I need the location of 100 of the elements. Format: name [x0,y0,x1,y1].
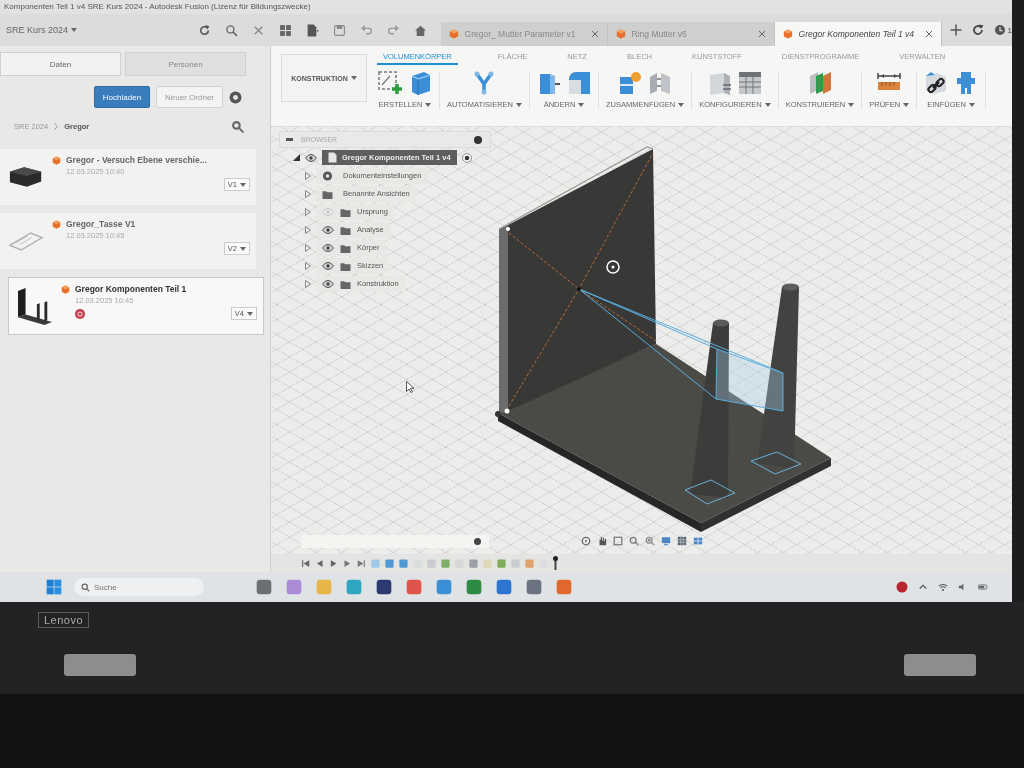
redo-icon[interactable] [386,23,400,37]
folder-icon [340,260,351,271]
sketch-tool-icon[interactable] [378,71,402,95]
cursor-icon [406,381,414,393]
caret-icon [516,102,522,107]
expand-triangle-icon[interactable] [293,154,300,161]
caret-icon [903,102,910,107]
app-icon[interactable] [376,579,392,595]
window-title: Komponenten Teil 1 v4 SRE Kurs 2024 - Autodesk Fusion (Lizenz für Bildungszwecke) [0,0,1012,14]
folder-icon [340,224,351,235]
dot-icon[interactable] [474,538,481,545]
part-thumbnail [9,166,43,188]
frame-icon[interactable] [613,536,623,546]
folder-icon [340,242,351,253]
step-forward-icon[interactable] [343,558,352,568]
joint-tool-icon[interactable] [618,71,643,95]
refresh-icon[interactable] [971,24,984,36]
radio-icon[interactable] [461,152,472,163]
collapse-triangle-icon[interactable] [305,189,311,198]
part-thumbnail [18,287,52,325]
undo-icon[interactable] [359,23,373,37]
press-pull-tool-icon[interactable] [537,71,561,95]
caret-icon [848,102,855,107]
search-icon[interactable] [224,23,238,37]
play-icon[interactable] [329,558,338,568]
start-icon[interactable] [46,579,62,595]
timeline-marker-icon[interactable] [553,556,558,570]
orbit-icon[interactable] [581,536,591,546]
dot-icon[interactable] [896,581,908,593]
caret-icon [240,182,246,187]
refresh-icon[interactable] [197,23,211,37]
caret-icon [350,76,357,80]
project-dropdown[interactable]: SRE Kurs 2024 [2,20,110,40]
grid-icon[interactable] [278,23,292,37]
wifi-icon[interactable] [938,582,948,592]
caret-icon [247,311,253,316]
taskbar-search-field[interactable]: Suche [74,578,204,596]
battery-icon[interactable] [978,582,988,592]
eye-icon[interactable] [322,261,334,270]
close-icon[interactable] [757,30,766,38]
table-tool-icon[interactable] [737,71,762,95]
monitor-icon[interactable] [661,536,671,546]
zoom-window-icon[interactable] [645,536,655,546]
document-tab[interactable]: Gregor Komponenten Teil 1 v4 [774,22,942,46]
folder-icon [322,188,333,199]
clock-icon[interactable] [993,24,1006,36]
close-icon[interactable] [590,30,599,38]
cube-icon [52,219,61,229]
cube-icon [448,29,459,39]
collapse-triangle-icon[interactable] [305,261,311,270]
sheet-tool-icon[interactable] [707,71,732,95]
cube-icon [61,284,70,294]
panel-tab[interactable]: Daten [0,52,121,76]
close-icon[interactable] [924,30,933,38]
collapse-triangle-icon[interactable] [305,171,311,180]
cube-icon [615,29,626,39]
skip-back-icon[interactable] [301,558,310,568]
step-back-icon[interactable] [315,558,324,568]
dot-icon[interactable] [474,135,482,144]
planes-tool-icon[interactable] [807,71,832,95]
eye-icon[interactable] [322,279,334,288]
search-icon[interactable] [231,120,244,133]
folder-icon [340,278,351,289]
laptop-hinge [904,654,976,676]
plus-icon[interactable] [949,24,962,36]
app-icon[interactable] [256,579,272,595]
file-icon[interactable] [305,23,319,37]
eye-icon[interactable] [322,225,334,234]
file-name: Gregor_Tasse V1 [66,219,136,229]
save-icon[interactable] [332,23,346,37]
app-icon[interactable] [526,579,542,595]
folder-icon [340,206,351,217]
settings-icon[interactable] [229,90,242,104]
caret-icon [678,102,685,107]
laptop-brand-label: Lenovo [38,612,90,628]
eye-icon[interactable] [305,153,317,162]
zoom-icon[interactable] [629,536,639,546]
caret-icon [578,102,585,107]
upload-button[interactable]: Hochladen [93,86,151,108]
collapse-triangle-icon[interactable] [305,243,311,252]
chevron-icon [54,123,59,130]
caret-icon [425,102,432,107]
fillet-tool-icon[interactable] [567,71,591,95]
laptop-hinge [64,654,136,676]
collapse-triangle-icon[interactable] [305,207,311,216]
hand-icon[interactable] [597,536,607,546]
caret-icon [764,102,771,107]
collapse-triangle-icon[interactable] [305,279,311,288]
panels-tool-icon[interactable] [648,71,673,95]
collapse-triangle-icon[interactable] [305,225,311,234]
home-icon[interactable] [413,23,427,37]
cube-icon [782,29,793,39]
grid-icon[interactable] [677,536,687,546]
eye-icon[interactable] [322,243,334,252]
chevron-up-icon[interactable] [918,582,928,592]
link-tool-icon[interactable] [924,71,949,95]
skip-forward-icon[interactable] [357,558,366,568]
app-icon[interactable] [496,579,512,595]
split-view-icon[interactable] [693,536,703,546]
search-icon [81,582,90,592]
